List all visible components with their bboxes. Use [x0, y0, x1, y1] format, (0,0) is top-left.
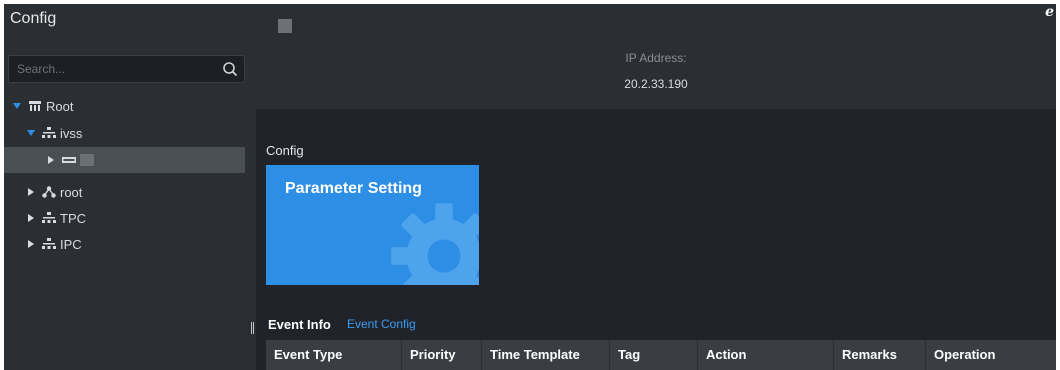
browser-icon: e [1045, 4, 1054, 20]
event-table-header: Event Type Priority Time Template Tag Ac… [266, 340, 1056, 370]
network-icon [42, 212, 56, 223]
caret-right-icon[interactable] [26, 213, 36, 223]
tree-item-ipc[interactable]: IPC [4, 231, 245, 257]
tree-item-tpc[interactable]: TPC [4, 205, 245, 231]
column-header-time-template[interactable]: Time Template [482, 340, 610, 370]
tree-item-label: root [60, 184, 83, 200]
tree-item-label: Root [46, 98, 74, 114]
panel-collapse-handle[interactable] [251, 322, 254, 334]
column-header-remarks[interactable]: Remarks [834, 340, 926, 370]
org-node-icon [42, 186, 56, 198]
device-thumbnail [278, 19, 292, 33]
config-section-title: Config [266, 143, 304, 158]
caret-right-icon[interactable] [26, 187, 36, 197]
tree-item-label: IPC [60, 236, 82, 252]
search-box [8, 55, 245, 83]
tree-item-label: TPC [60, 210, 86, 226]
column-header-action[interactable]: Action [698, 340, 834, 370]
tree-item-label: ivss [60, 125, 83, 141]
redacted-device-name [80, 154, 94, 166]
column-header-event-type[interactable]: Event Type [266, 340, 402, 370]
search-icon[interactable] [222, 61, 238, 77]
network-icon [42, 127, 56, 138]
tree-item-ivss[interactable]: ivss [4, 120, 245, 146]
event-config-link[interactable]: Event Config [347, 317, 416, 331]
ip-address-label: IP Address: [625, 51, 687, 65]
tile-label: Parameter Setting [285, 180, 422, 197]
device-icon [62, 157, 76, 163]
caret-down-icon[interactable] [12, 101, 22, 111]
main-panel: IP Address: 20.2.33.190 e Config Paramet… [256, 4, 1056, 370]
sidebar-title: Config [10, 10, 57, 27]
sidebar: Config Root [4, 4, 249, 370]
caret-right-icon[interactable] [46, 155, 56, 165]
search-input[interactable] [9, 56, 214, 82]
gear-icon [391, 203, 479, 285]
column-header-operation[interactable]: Operation [926, 340, 1056, 370]
tree-item-root[interactable]: Root [4, 93, 245, 119]
event-info-title: Event Info [268, 317, 331, 332]
server-rack-icon [29, 101, 41, 111]
app-frame: Config Root [4, 4, 1056, 370]
tree-item-root-org[interactable]: root [4, 179, 245, 205]
device-header: IP Address: 20.2.33.190 e [256, 4, 1056, 109]
column-header-tag[interactable]: Tag [610, 340, 698, 370]
column-header-priority[interactable]: Priority [402, 340, 482, 370]
tree-item-device[interactable] [4, 147, 245, 173]
ip-address-value: 20.2.33.190 [624, 77, 688, 91]
network-icon [42, 238, 56, 249]
caret-right-icon[interactable] [26, 239, 36, 249]
caret-down-icon[interactable] [26, 128, 36, 138]
parameter-setting-tile[interactable]: Parameter Setting [266, 165, 479, 285]
